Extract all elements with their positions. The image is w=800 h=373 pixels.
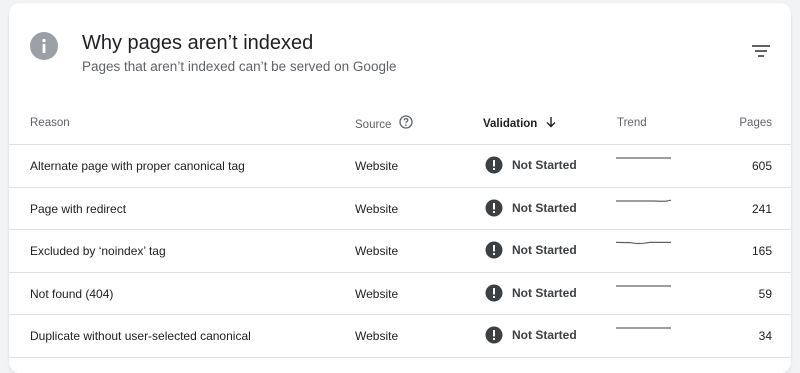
column-header-validation[interactable]: Validation: [483, 117, 557, 131]
reason-cell: Excluded by ‘noindex’ tag: [30, 244, 166, 259]
trend-sparkline: [616, 323, 674, 338]
table-row[interactable]: Excluded by ‘noindex’ tag Website Not St…: [9, 230, 791, 273]
reason-cell: Alternate page with proper canonical tag: [30, 159, 245, 173]
validation-cell: Not Started: [485, 199, 577, 217]
page-subtitle: Pages that aren’t indexed can’t be serve…: [82, 59, 397, 74]
arrow-down-icon: [545, 116, 557, 131]
column-header-source: Source: [355, 115, 414, 132]
source-cell: Website: [355, 201, 399, 216]
reason-cell: Duplicate without user-selected canonica…: [30, 329, 251, 344]
column-header-validation-label: Validation: [483, 118, 538, 130]
reasons-table: Reason Source Validation Trend Pages Alt…: [9, 101, 791, 358]
indexing-card: Why pages aren’t indexed Pages that aren…: [9, 3, 791, 373]
trend-sparkline: [616, 281, 674, 296]
table-header: Reason Source Validation Trend Pages: [9, 101, 791, 145]
table-row[interactable]: Duplicate without user-selected canonica…: [9, 315, 791, 358]
table-row[interactable]: Not found (404) Website Not Started 59: [9, 273, 791, 316]
validation-cell: Not Started: [485, 284, 577, 302]
validation-cell: Not Started: [485, 326, 577, 344]
exclamation-circle-icon: [485, 284, 503, 302]
trend-sparkline: [615, 238, 674, 253]
validation-status: Not Started: [512, 328, 577, 343]
table-row[interactable]: Alternate page with proper canonical tag…: [9, 145, 791, 188]
pages-count: 59: [758, 286, 772, 301]
reason-cell: Page with redirect: [30, 201, 127, 216]
trend-sparkline: [616, 153, 674, 168]
filter-button[interactable]: [749, 39, 773, 63]
source-cell: Website: [355, 329, 399, 344]
exclamation-circle-icon: [485, 199, 503, 217]
validation-status: Not Started: [512, 200, 577, 215]
column-header-source-label: Source: [355, 118, 392, 131]
validation-status: Not Started: [512, 285, 577, 300]
trend-sparkline: [616, 196, 674, 211]
exclamation-circle-icon: [485, 156, 503, 174]
pages-count: 165: [751, 244, 772, 259]
table-row[interactable]: Page with redirect Website Not Started 2…: [9, 188, 791, 231]
source-cell: Website: [355, 286, 399, 301]
pages-count: 605: [751, 159, 772, 173]
card-header: Why pages aren’t indexed Pages that aren…: [9, 3, 791, 93]
filter-icon: [752, 45, 770, 57]
validation-status: Not Started: [512, 243, 577, 258]
help-circle-icon[interactable]: [399, 115, 414, 132]
pages-count: 241: [751, 201, 772, 216]
table-body: Alternate page with proper canonical tag…: [9, 145, 791, 358]
exclamation-circle-icon: [485, 326, 503, 344]
pages-count: 34: [758, 329, 772, 344]
column-header-trend: Trend: [617, 117, 647, 129]
validation-cell: Not Started: [485, 156, 577, 174]
reason-cell: Not found (404): [30, 286, 114, 301]
source-cell: Website: [355, 159, 399, 173]
column-header-pages: Pages: [739, 117, 772, 129]
source-cell: Website: [355, 244, 399, 259]
page-title: Why pages aren’t indexed: [82, 32, 314, 54]
validation-status: Not Started: [512, 158, 577, 172]
validation-cell: Not Started: [485, 241, 577, 259]
column-header-reason: Reason: [30, 117, 70, 129]
info-icon: [30, 32, 58, 60]
exclamation-circle-icon: [485, 241, 503, 259]
